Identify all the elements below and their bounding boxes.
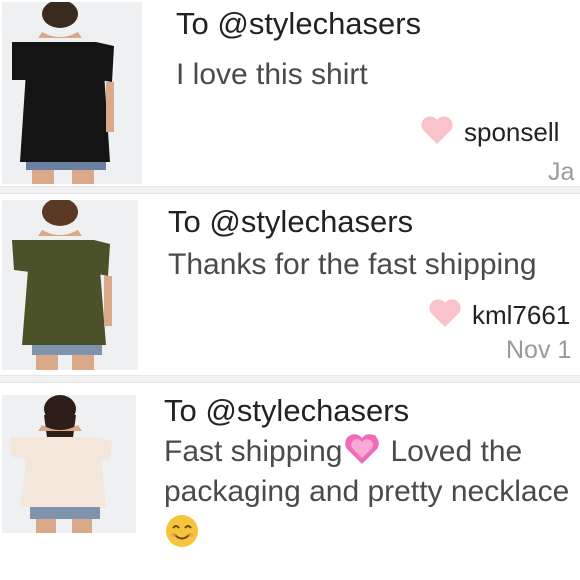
product-thumbnail[interactable] xyxy=(2,2,142,184)
comment-recipient: To @stylechasers xyxy=(168,204,414,239)
comment-card: To @stylechasers Fast shipping Loved the … xyxy=(0,385,580,580)
comment-card: To @stylechasers I love this shirt spons… xyxy=(0,0,580,190)
comment-message: Fast shipping Loved the xyxy=(164,433,522,473)
username[interactable]: kml7661 xyxy=(472,300,570,331)
sparkling-heart-emoji xyxy=(344,433,380,473)
model-black-top-image xyxy=(2,2,142,184)
divider xyxy=(0,375,580,383)
comment-date: Nov 1 xyxy=(506,336,572,364)
comment-date: Ja xyxy=(548,158,575,186)
product-thumbnail[interactable] xyxy=(2,395,136,533)
comment-recipient: To @stylechasers xyxy=(176,6,422,41)
comment-message-line-2: packaging and pretty necklace xyxy=(164,475,570,508)
comment-author[interactable]: sponsell xyxy=(420,115,559,150)
heart-icon[interactable] xyxy=(428,298,462,333)
smiling-face-emoji xyxy=(164,513,200,554)
comments-feed: To @stylechasers I love this shirt spons… xyxy=(0,0,580,580)
comment-author[interactable]: kml7661 xyxy=(428,298,570,333)
comment-message: Thanks for the fast shipping xyxy=(168,248,537,281)
comment-recipient: To @stylechasers xyxy=(164,393,410,428)
heart-icon[interactable] xyxy=(420,115,454,150)
model-olive-top-image xyxy=(2,200,138,370)
comment-card: To @stylechasers Thanks for the fast shi… xyxy=(0,190,580,380)
model-cream-top-image xyxy=(2,395,136,533)
comment-message: I love this shirt xyxy=(176,58,368,91)
username[interactable]: sponsell xyxy=(464,117,559,148)
product-thumbnail[interactable] xyxy=(2,200,138,370)
